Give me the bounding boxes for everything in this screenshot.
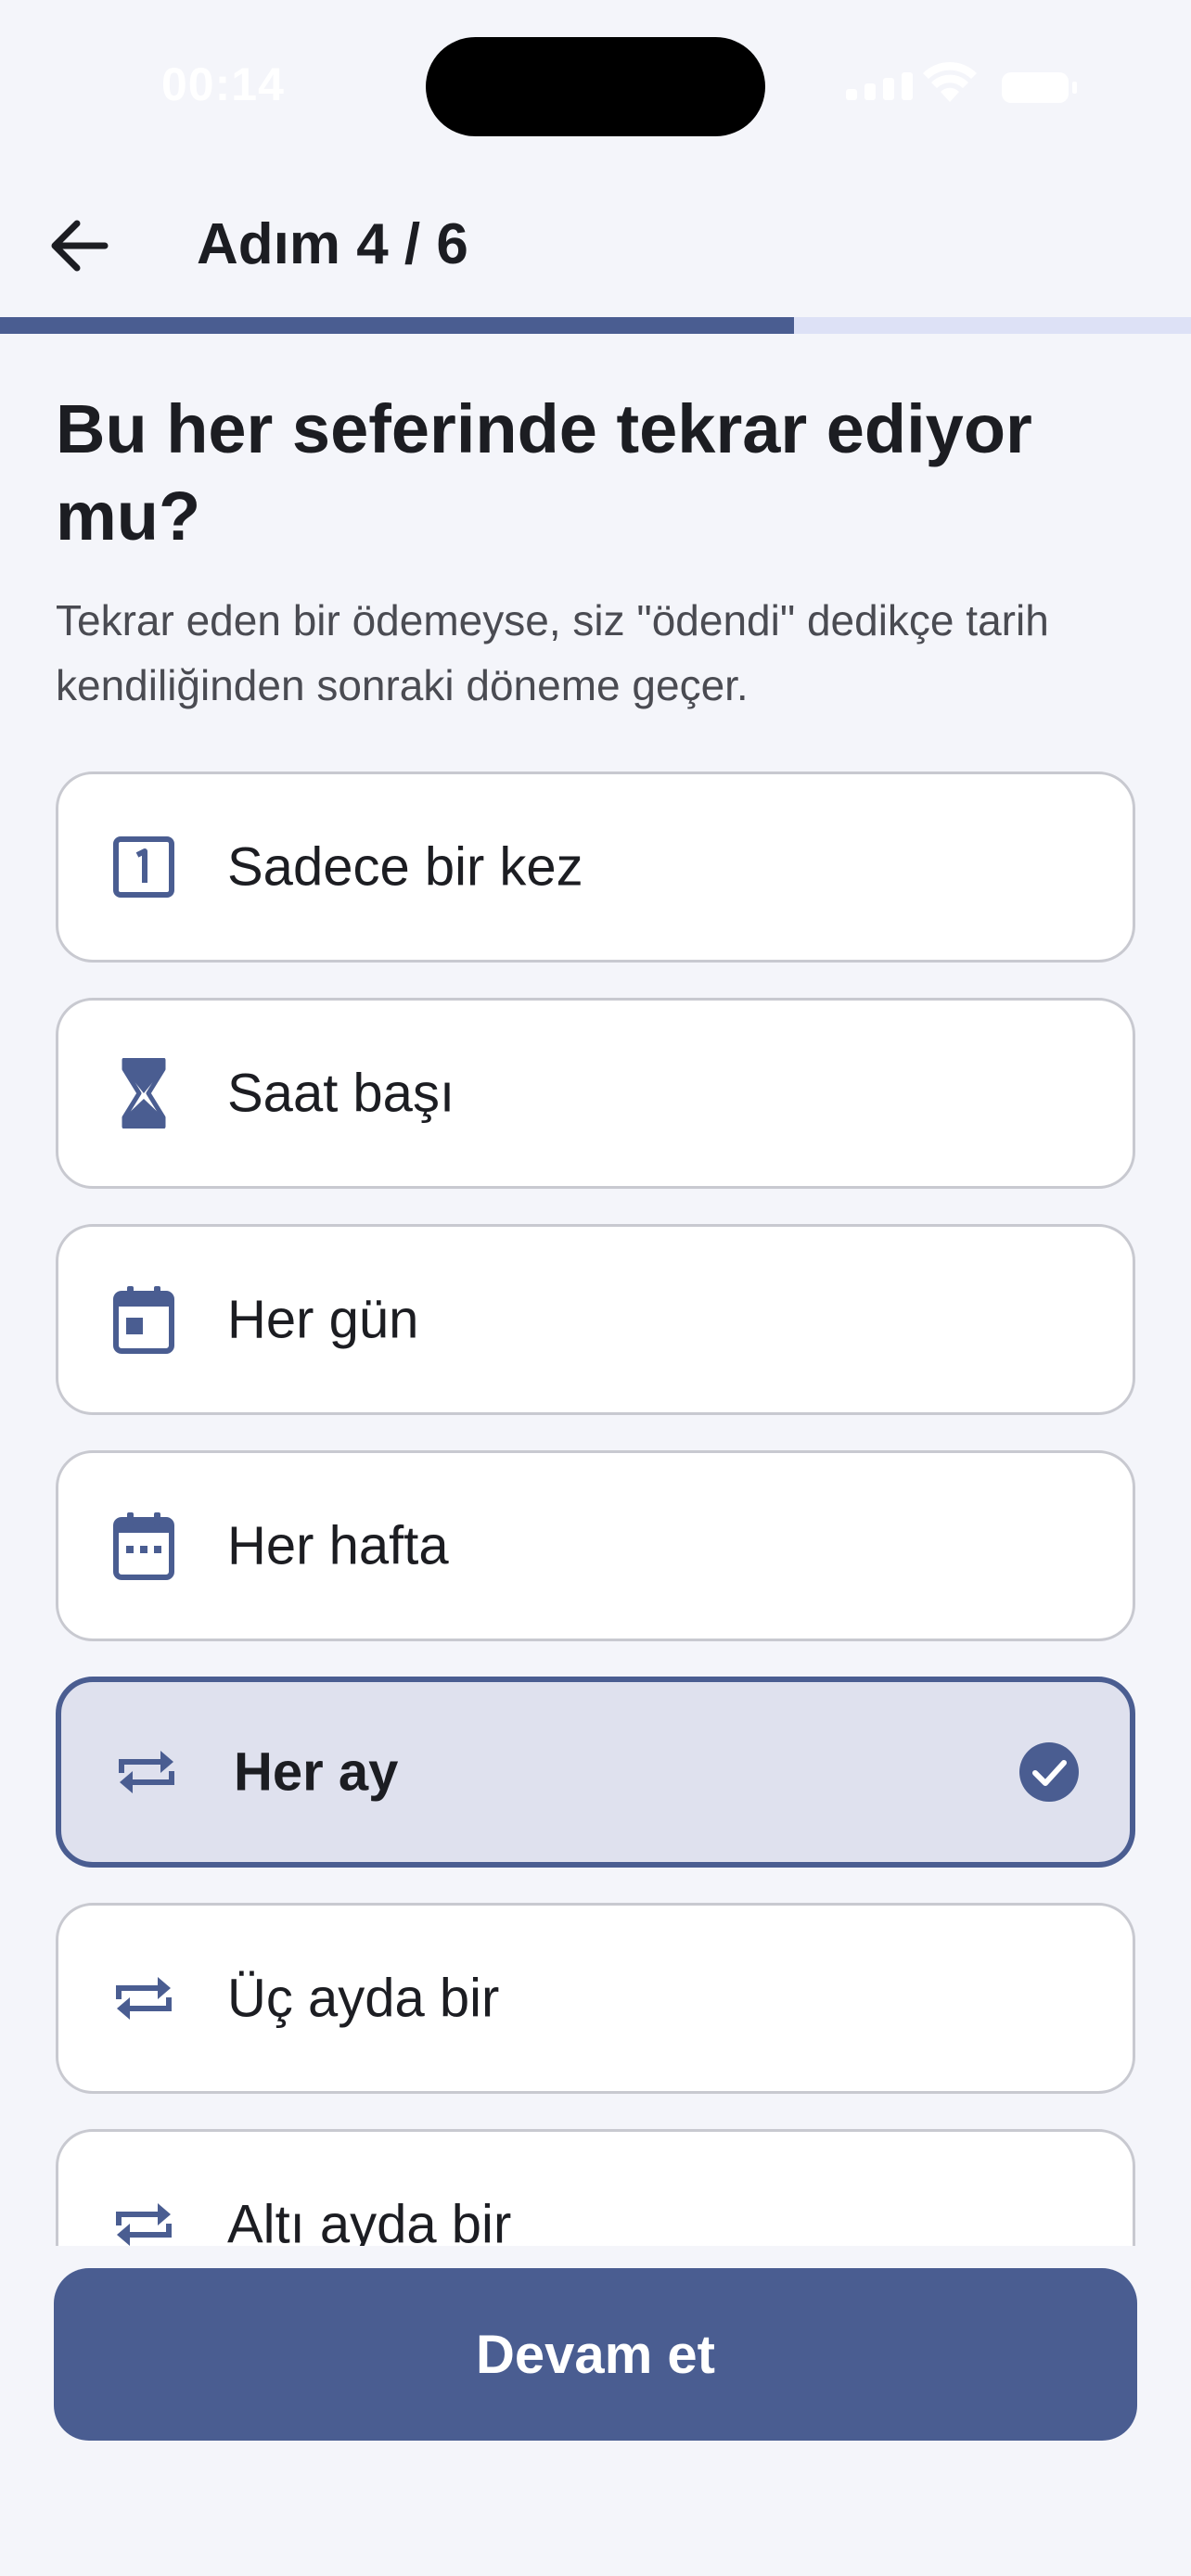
question-description: Tekrar eden bir ödemeyse, siz "ödendi" d… [56, 596, 1049, 709]
status-time: 00:14 [161, 58, 285, 110]
option-weekly[interactable]: Her hafta [56, 1450, 1135, 1641]
progress-bar [0, 317, 1191, 334]
arrow-left-icon [51, 220, 109, 272]
repeat-icon [107, 2187, 181, 2246]
status-bar: 00:14 [0, 0, 1191, 167]
option-semiannual[interactable]: Altı ayda bir [56, 2129, 1135, 2246]
dynamic-island [426, 37, 765, 136]
option-quarterly[interactable]: Üç ayda bir [56, 1903, 1135, 2094]
calendar-week-icon [107, 1509, 181, 1583]
header: Adım 4 / 6 [0, 185, 1191, 306]
option-label: Her hafta [227, 1515, 449, 1576]
cellular-signal-icon [846, 72, 913, 100]
step-title: Adım 4 / 6 [197, 212, 468, 276]
check-circle-icon [1019, 1742, 1079, 1802]
repeat-icon [109, 1735, 184, 1809]
progress-fill [0, 317, 795, 334]
option-label: Saat başı [227, 1063, 455, 1124]
option-label: Altı ayda bir [227, 2194, 512, 2247]
option-label: Üç ayda bir [227, 1968, 500, 2029]
wifi-icon [923, 61, 977, 102]
continue-button[interactable]: Devam et [54, 2268, 1137, 2441]
calendar-one-icon [107, 830, 181, 904]
hourglass-icon [107, 1056, 181, 1130]
option-hourly[interactable]: Saat başı [56, 998, 1135, 1189]
option-label: Her gün [227, 1289, 419, 1350]
question-title: Bu her seferinde tekrar ediyor mu? [56, 390, 1032, 555]
battery-tip [1072, 82, 1077, 94]
option-label: Her ay [234, 1741, 399, 1803]
option-monthly[interactable]: Her ay [56, 1677, 1135, 1868]
calendar-day-icon [107, 1282, 181, 1357]
option-once[interactable]: Sadece bir kez [56, 772, 1135, 963]
repeat-icon [107, 1961, 181, 2035]
page: 00:14 Adım 4 / 6 Bu her seferinde tekrar… [0, 0, 1191, 2576]
option-daily[interactable]: Her gün [56, 1224, 1135, 1415]
option-label: Sadece bir kez [227, 836, 583, 898]
battery-icon [1002, 72, 1069, 103]
options-list: Sadece bir kez Saat başı Her gün Her haf… [0, 760, 1191, 2246]
back-button[interactable] [37, 204, 121, 287]
